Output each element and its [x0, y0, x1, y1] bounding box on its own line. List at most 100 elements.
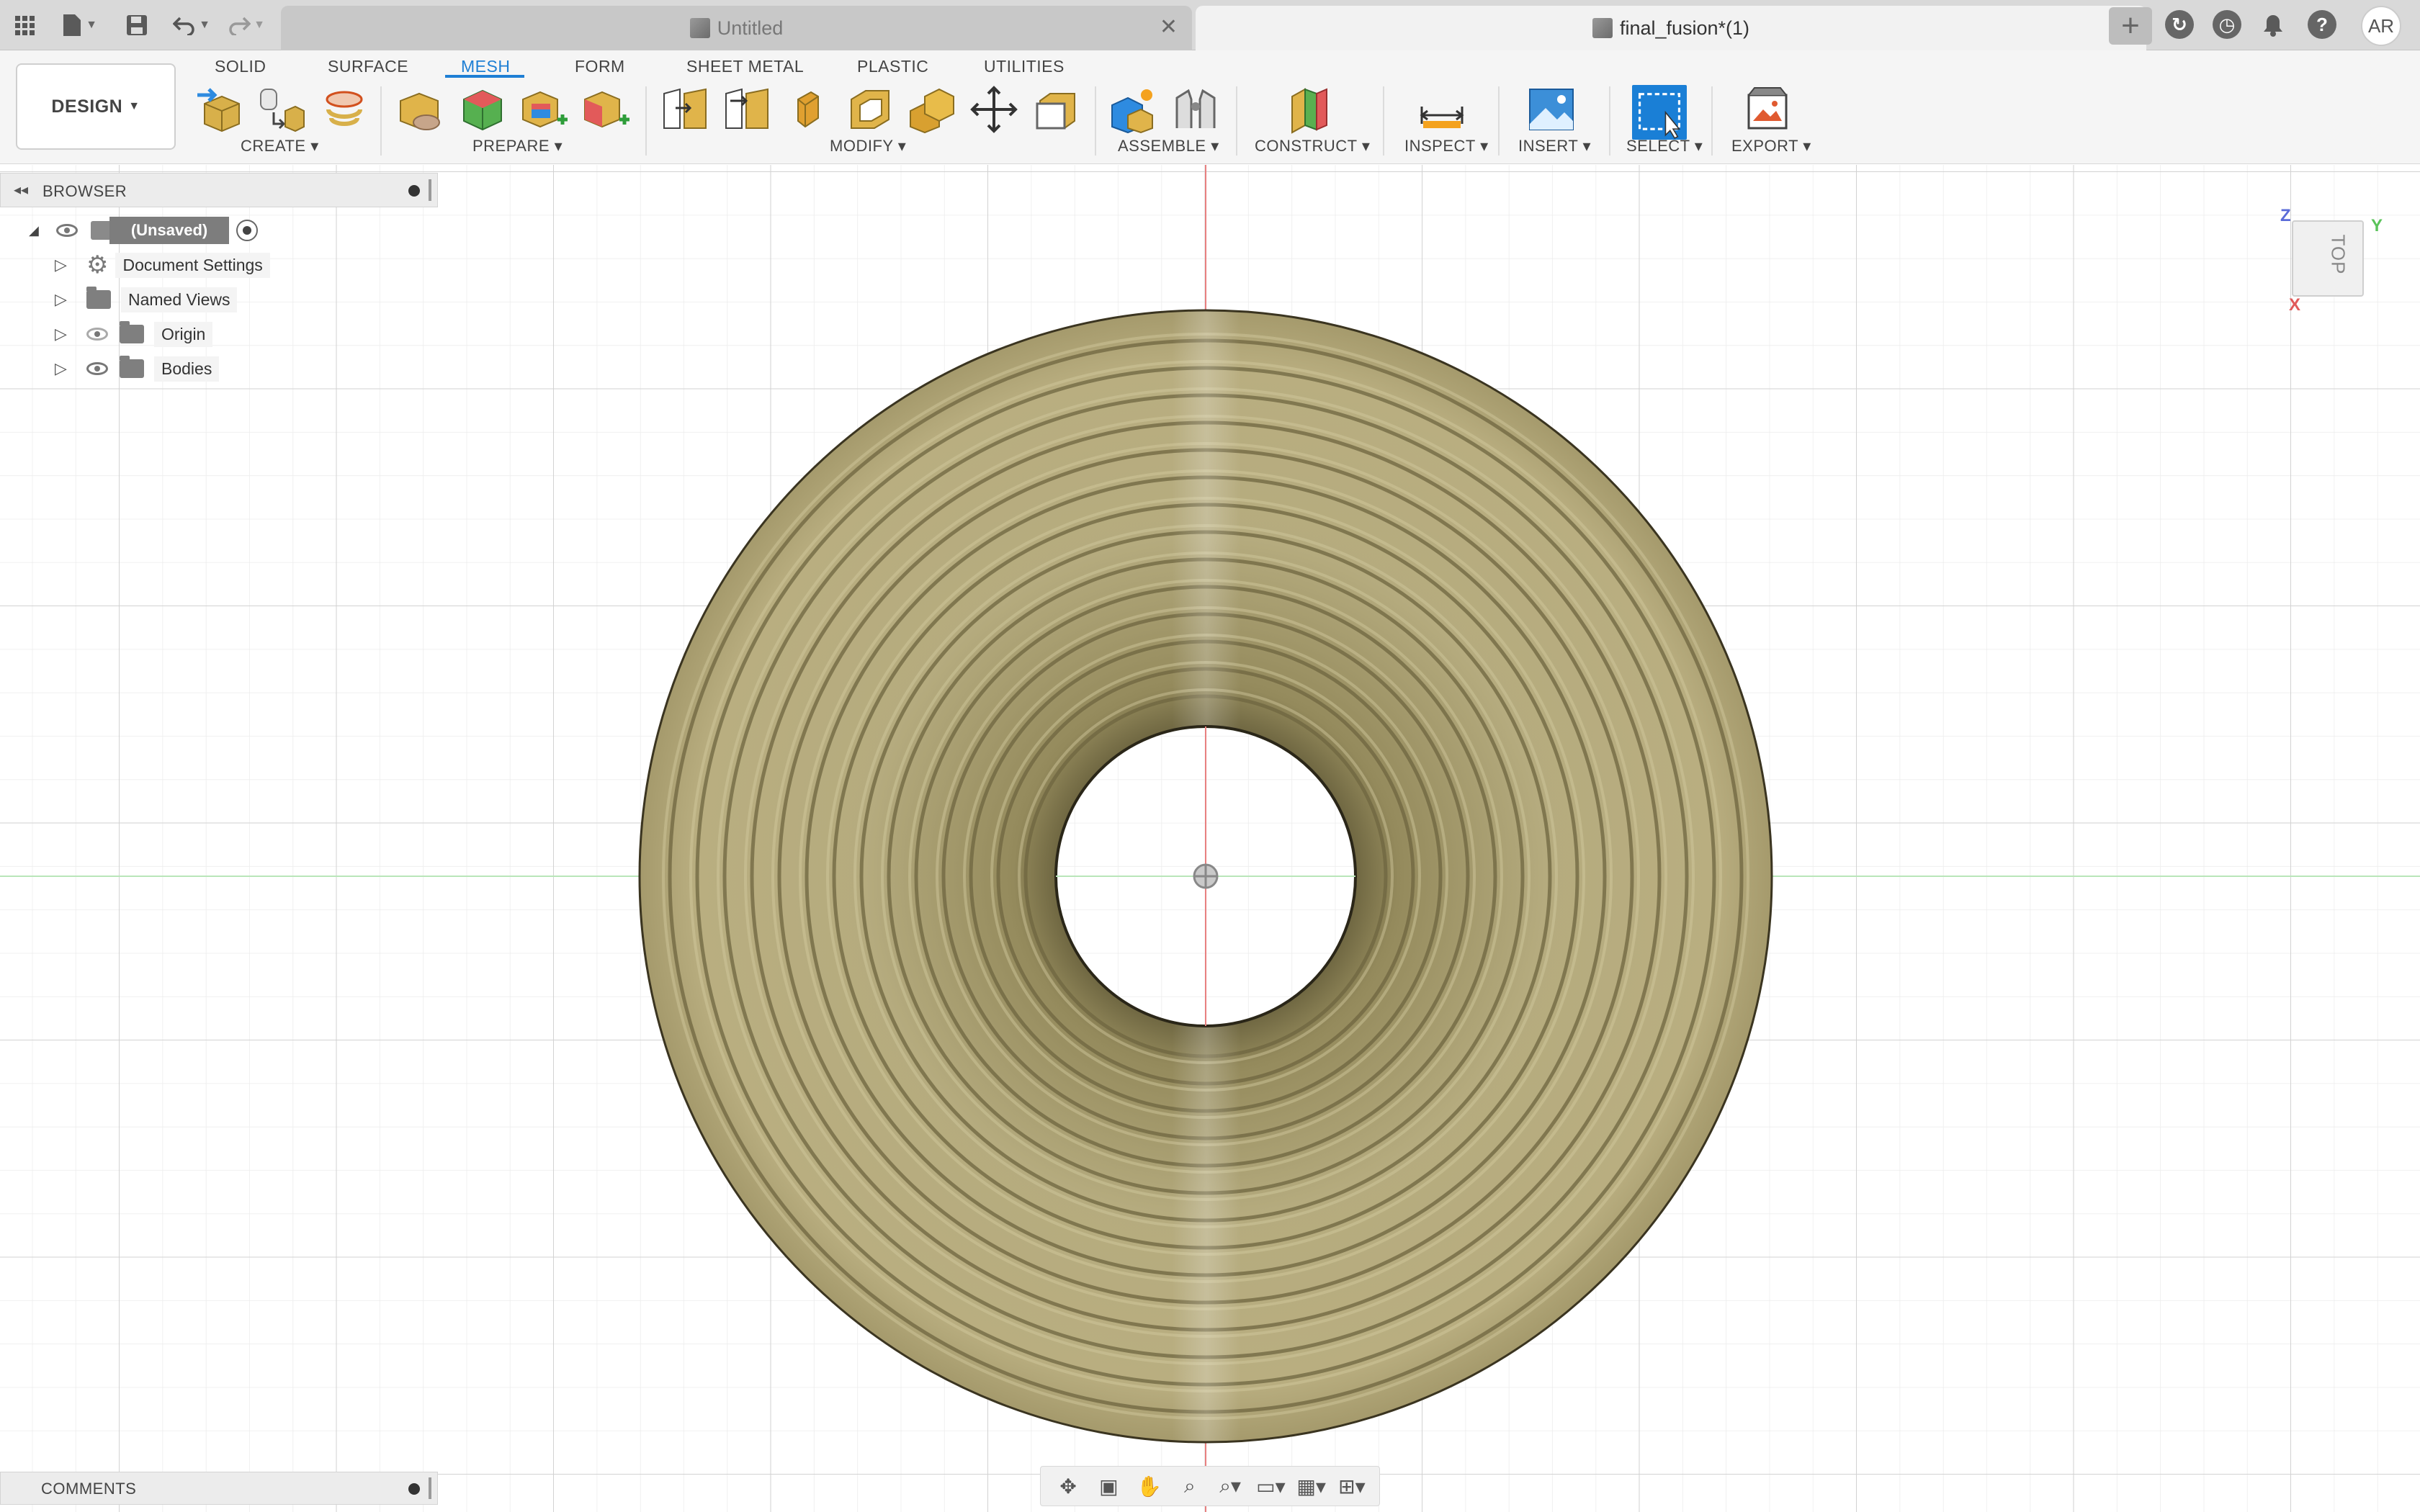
root-label[interactable]: (Unsaved): [109, 217, 230, 244]
tessellate-icon[interactable]: [254, 85, 305, 134]
undo-icon[interactable]: ▼: [170, 7, 213, 43]
active-tab-indicator: [445, 75, 524, 78]
group-insert[interactable]: INSERT ▾: [1518, 137, 1591, 156]
collapsed-triangle-icon[interactable]: ▷: [55, 359, 86, 378]
combine-icon[interactable]: [906, 85, 958, 134]
collapsed-triangle-icon[interactable]: ▷: [55, 325, 86, 343]
orbit-icon[interactable]: ✥: [1054, 1472, 1083, 1500]
combine-face-groups-icon[interactable]: [579, 85, 631, 134]
tree-item-named-views[interactable]: ▷ Named Views: [55, 285, 238, 314]
tab-untitled[interactable]: Untitled ✕: [281, 6, 1192, 50]
extensions-icon[interactable]: ↻: [2165, 10, 2194, 39]
notifications-bell-icon[interactable]: [2259, 7, 2287, 43]
tree-label[interactable]: Document Settings: [115, 252, 270, 278]
group-assemble[interactable]: ASSEMBLE ▾: [1118, 137, 1219, 156]
view-cube-face-top[interactable]: TOP: [2326, 235, 2349, 275]
browser-title: BROWSER: [42, 182, 127, 200]
insert-image-icon[interactable]: [1525, 85, 1577, 134]
grid-settings-icon[interactable]: ▦▾: [1296, 1472, 1326, 1500]
folder-icon: [86, 287, 111, 309]
group-select[interactable]: SELECT ▾: [1626, 137, 1703, 156]
view-cube[interactable]: TOP: [2292, 220, 2364, 297]
group-separator: [1711, 86, 1713, 156]
look-at-icon[interactable]: ▣: [1094, 1472, 1123, 1500]
group-separator: [645, 86, 647, 156]
browser-header[interactable]: ◂◂ BROWSER: [0, 173, 438, 207]
close-icon[interactable]: ✕: [1160, 14, 1178, 40]
tree-root-unsaved[interactable]: ◢ (Unsaved): [29, 216, 259, 245]
generate-face-groups-icon[interactable]: [517, 85, 569, 134]
comments-panel[interactable]: COMMENTS: [0, 1472, 438, 1505]
tab-untitled-label: Untitled: [717, 17, 784, 39]
viewports-icon[interactable]: ⊞▾: [1337, 1472, 1366, 1500]
collapsed-triangle-icon[interactable]: ▷: [55, 290, 86, 309]
export-3d-print-icon[interactable]: [1742, 85, 1793, 134]
user-avatar[interactable]: AR: [2361, 6, 2401, 46]
tab-form[interactable]: FORM: [575, 52, 625, 81]
app-grid-icon[interactable]: [10, 7, 39, 43]
group-prepare[interactable]: PREPARE ▾: [472, 137, 563, 156]
hidden-eye-icon[interactable]: [86, 328, 108, 341]
joint-icon[interactable]: [1170, 85, 1222, 134]
tree-item-document-settings[interactable]: ▷ ⚙ Document Settings: [55, 251, 270, 279]
measure-icon[interactable]: [1416, 85, 1468, 134]
panel-grip-icon[interactable]: [429, 1477, 431, 1499]
visibility-eye-icon[interactable]: [86, 362, 108, 375]
fit-zoom-icon[interactable]: ⌕▾: [1216, 1472, 1245, 1500]
tree-label[interactable]: Origin: [154, 321, 213, 347]
file-menu-icon[interactable]: ▼: [58, 7, 101, 43]
document-cube-icon: [1592, 18, 1613, 38]
document-cube-icon: [689, 18, 710, 38]
tree-item-origin[interactable]: ▷ Origin: [55, 320, 213, 348]
tab-solid[interactable]: SOLID: [215, 52, 266, 81]
collapse-panel-icon[interactable]: ◂◂: [14, 181, 28, 199]
group-separator: [1609, 86, 1610, 156]
group-construct[interactable]: CONSTRUCT ▾: [1255, 137, 1370, 156]
repair-body-icon[interactable]: [395, 85, 447, 134]
pin-icon[interactable]: [408, 185, 420, 197]
pan-hand-icon[interactable]: ✋: [1135, 1472, 1164, 1500]
panel-grip-icon[interactable]: [429, 179, 431, 201]
help-icon[interactable]: ?: [2308, 10, 2336, 39]
job-status-icon[interactable]: ◷: [2213, 10, 2241, 39]
new-tab-button[interactable]: +: [2109, 7, 2152, 45]
tab-surface[interactable]: SURFACE: [328, 52, 408, 81]
display-settings-icon[interactable]: ▭▾: [1256, 1472, 1286, 1500]
activate-radio-icon[interactable]: [236, 220, 259, 241]
tab-sheet-metal[interactable]: SHEET METAL: [686, 52, 804, 81]
z-axis-label: Z: [2280, 206, 2291, 225]
separate-icon[interactable]: [720, 85, 772, 134]
select-tool-icon[interactable]: [1632, 85, 1687, 140]
group-modify[interactable]: MODIFY ▾: [830, 137, 906, 156]
collapsed-triangle-icon[interactable]: ▷: [55, 256, 86, 274]
tree-label[interactable]: Named Views: [121, 287, 238, 312]
group-inspect[interactable]: INSPECT ▾: [1404, 137, 1489, 156]
new-component-icon[interactable]: [1108, 85, 1160, 134]
tab-final-fusion[interactable]: final_fusion*(1) ✕: [1196, 6, 2146, 50]
tree-label[interactable]: Bodies: [154, 356, 220, 382]
create-face-group-icon[interactable]: [315, 85, 367, 134]
move-copy-icon[interactable]: [968, 85, 1020, 134]
tree-item-bodies[interactable]: ▷ Bodies: [55, 354, 220, 383]
group-export[interactable]: EXPORT ▾: [1731, 137, 1811, 156]
pin-icon[interactable]: [408, 1483, 420, 1495]
offset-plane-icon[interactable]: [1283, 85, 1335, 134]
plane-cut-icon[interactable]: [658, 85, 710, 134]
save-icon[interactable]: [122, 7, 151, 43]
workspace-design-button[interactable]: DESIGN ▼: [16, 63, 176, 150]
remesh-icon[interactable]: [457, 85, 508, 134]
group-create[interactable]: CREATE ▾: [241, 137, 319, 156]
tab-plastic[interactable]: PLASTIC: [857, 52, 928, 81]
zoom-icon[interactable]: ⌕: [1175, 1472, 1204, 1500]
reduce-icon[interactable]: [782, 85, 834, 134]
group-separator: [1383, 86, 1384, 156]
insert-mesh-icon[interactable]: [194, 85, 246, 134]
title-bar: ▼ ▼ ▼ Untitled ✕ final_fusion*(1) ✕ + ↻ …: [0, 0, 2420, 50]
redo-icon[interactable]: ▼: [225, 7, 268, 43]
shell-icon[interactable]: [844, 85, 896, 134]
convert-mesh-icon[interactable]: [1030, 85, 1082, 134]
visibility-eye-icon[interactable]: [55, 224, 78, 237]
expanded-triangle-icon[interactable]: ◢: [29, 223, 39, 238]
chevron-down-icon: ▼: [128, 100, 140, 112]
tab-utilities[interactable]: UTILITIES: [984, 52, 1065, 81]
